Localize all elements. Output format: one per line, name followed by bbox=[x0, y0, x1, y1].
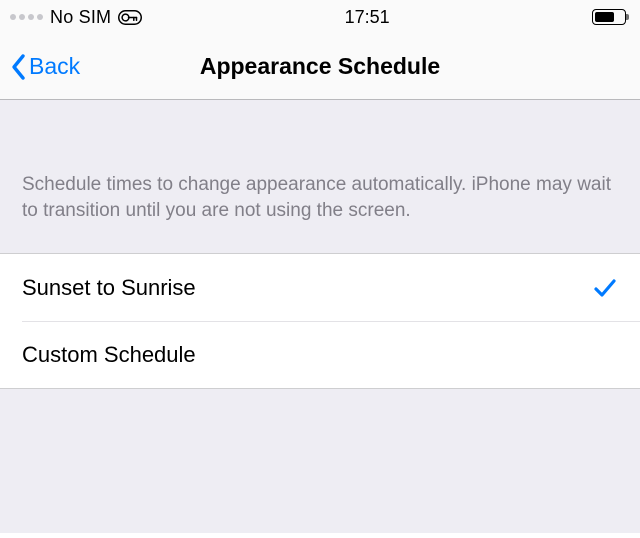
navigation-bar: Back Appearance Schedule bbox=[0, 34, 640, 100]
section-description: Schedule times to change appearance auto… bbox=[0, 100, 640, 253]
carrier-label: No SIM bbox=[50, 7, 111, 28]
options-list: Sunset to Sunrise Custom Schedule bbox=[0, 253, 640, 389]
page-title: Appearance Schedule bbox=[0, 53, 640, 80]
status-right bbox=[592, 9, 626, 25]
battery-icon bbox=[592, 9, 626, 25]
status-bar: No SIM 17:51 bbox=[0, 0, 640, 34]
checkmark-icon bbox=[592, 275, 618, 301]
option-sunset-to-sunrise[interactable]: Sunset to Sunrise bbox=[0, 254, 640, 321]
option-label: Sunset to Sunrise bbox=[22, 275, 196, 301]
cellular-signal-icon bbox=[10, 14, 43, 20]
option-label: Custom Schedule bbox=[22, 342, 196, 368]
option-custom-schedule[interactable]: Custom Schedule bbox=[0, 321, 640, 388]
clock: 17:51 bbox=[345, 7, 390, 28]
back-button[interactable]: Back bbox=[0, 53, 80, 81]
status-left: No SIM bbox=[10, 7, 142, 28]
chevron-left-icon bbox=[10, 53, 27, 81]
vpn-icon bbox=[118, 10, 142, 25]
back-label: Back bbox=[29, 53, 80, 80]
